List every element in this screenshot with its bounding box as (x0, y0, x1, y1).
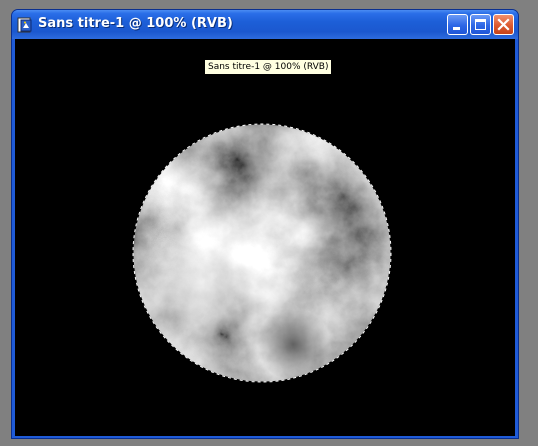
document-window[interactable]: Sans titre-1 @ 100% (RVB) Sans titre-1 @… (11, 9, 519, 439)
close-button[interactable] (493, 14, 514, 35)
clouds-circle-image[interactable] (132, 123, 392, 383)
minimize-button[interactable] (447, 14, 468, 35)
maximize-icon (475, 19, 486, 30)
maximize-button[interactable] (470, 14, 491, 35)
window-tooltip: Sans titre-1 @ 100% (RVB) (204, 59, 333, 75)
document-canvas[interactable]: Sans titre-1 @ 100% (RVB) (15, 39, 515, 436)
title-bar[interactable]: Sans titre-1 @ 100% (RVB) (12, 10, 518, 39)
close-icon (497, 18, 510, 31)
photoshop-document-icon[interactable] (17, 17, 33, 33)
minimize-icon (453, 27, 460, 30)
window-title: Sans titre-1 @ 100% (RVB) (38, 16, 233, 31)
